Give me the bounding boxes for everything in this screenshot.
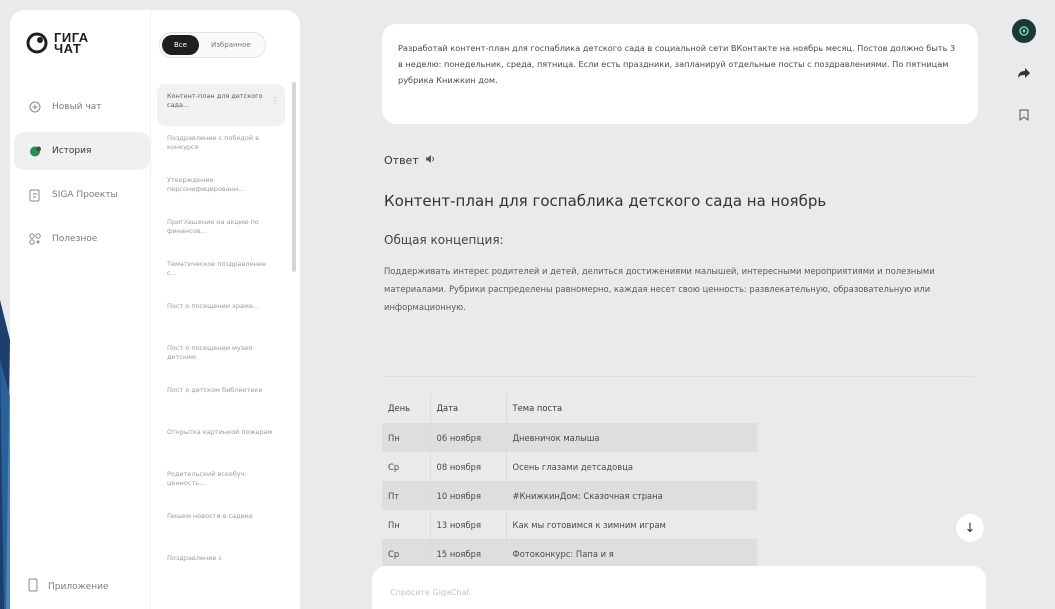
history-item-title: Контент-план для детского сада...: [167, 92, 263, 109]
table-header: Тема поста: [512, 403, 563, 413]
section-title: Общая концепция:: [384, 233, 504, 247]
scroll-down-button[interactable]: ↓: [956, 514, 984, 542]
history-item[interactable]: Пишем новости в садике: [157, 504, 285, 546]
table-cell: 06 ноября: [430, 423, 507, 452]
table-cell: #КнижкинДом: Сказочная страна: [512, 490, 663, 501]
history-item[interactable]: Поздравление с победой в конкурсе: [157, 126, 285, 168]
table-row: Пн 13 ноября Как мы готовимся к зимним и…: [382, 510, 757, 539]
history-item[interactable]: Пост о детском библиотеке: [157, 378, 285, 420]
phone-icon: [28, 578, 38, 595]
history-item[interactable]: Тематическое поздравление с...: [157, 252, 285, 294]
share-arrow-icon: [1018, 68, 1030, 78]
bookmark-button[interactable]: [1011, 102, 1037, 128]
history-item[interactable]: Утверждение персонифицированн...: [157, 168, 285, 210]
history-item[interactable]: Родительский всеобуч: ценность...: [157, 462, 285, 504]
more-icon[interactable]: ⋮: [271, 96, 279, 105]
history-item-title: Пост о посещении храма...: [167, 302, 260, 310]
divider: [384, 376, 974, 377]
logo-text: ГИГА ЧАТ: [54, 30, 89, 56]
left-navigation: ГИГА ЧАТ Новый чат История SIGA Проекты: [10, 10, 150, 609]
answer-title: Контент-план для госпаблика детского сад…: [384, 192, 827, 210]
table-cell: Ср: [382, 452, 431, 481]
app-download-label: Приложение: [48, 581, 109, 592]
concept-text: Поддерживать интерес родителей и детей, …: [384, 266, 935, 312]
table-cell: Пн: [382, 423, 431, 452]
history-item[interactable]: Поздравление с: [157, 546, 285, 588]
chat-history-icon: [28, 144, 42, 158]
nav-list: Новый чат История SIGA Проекты Полезное: [14, 88, 150, 264]
answer-label-text: Ответ: [384, 154, 419, 167]
nav-item-history[interactable]: История: [14, 132, 150, 170]
history-item-title: Поздравление с победой в конкурсе: [167, 134, 259, 151]
history-item-title: Поздравление с: [167, 554, 223, 562]
app-panel: ГИГА ЧАТ Новый чат История SIGA Проекты: [10, 10, 300, 609]
bookmark-icon: [1019, 109, 1029, 121]
table-cell: Пн: [382, 510, 431, 539]
projects-icon: [28, 188, 42, 202]
history-panel: Все Избранное Контент-план для детского …: [150, 10, 300, 609]
table-cell: 15 ноября: [430, 539, 507, 568]
history-item[interactable]: Пост о посещении музея детским: [157, 336, 285, 378]
grid-icon: [28, 232, 42, 246]
avatar: [1012, 19, 1036, 43]
nav-item-label: SIGA Проекты: [52, 190, 118, 200]
assistant-icon: [1019, 26, 1029, 36]
table-cell: Как мы готовимся к зимним играм: [512, 519, 666, 530]
chat-area: Разработай контент-план для госпаблика д…: [300, 0, 1000, 609]
table-header: Дата: [430, 393, 507, 423]
table-header-row: День Дата Тема поста: [382, 393, 757, 423]
content-plan-table: День Дата Тема поста Пн 06 ноября Дневни…: [382, 393, 757, 568]
table-cell: Ср: [382, 539, 431, 568]
history-item-title: Пост о детском библиотеке: [167, 386, 263, 394]
history-item-title: Пост о посещении музея детским: [167, 344, 253, 361]
history-item-title: Тематическое поздравление с...: [167, 260, 266, 277]
nav-item-label: Полезное: [52, 234, 98, 244]
table-cell: Осень глазами детсадовца: [512, 461, 634, 472]
message-input[interactable]: [390, 588, 968, 597]
history-item[interactable]: Открытка картинкой пожарам: [157, 420, 285, 462]
nav-item-projects[interactable]: SIGA Проекты: [14, 176, 150, 214]
table-cell: Пт: [382, 481, 431, 510]
table-cell: 08 ноября: [430, 452, 507, 481]
nav-item-new-chat[interactable]: Новый чат: [14, 88, 150, 126]
history-scrollbar[interactable]: [292, 82, 296, 272]
filter-favorites-button[interactable]: Избранное: [199, 35, 263, 55]
profile-button[interactable]: [1011, 18, 1037, 44]
table-header: День: [382, 393, 431, 423]
table-row: Ср 15 ноября Фотоконкурс: Папа и я: [382, 539, 757, 568]
nav-item-label: Новый чат: [52, 102, 102, 112]
answer-label: Ответ: [384, 154, 435, 167]
table-row: Пн 06 ноября Дневничок малыша: [382, 423, 757, 452]
table-cell: Дневничок малыша: [512, 432, 600, 443]
plus-circle-icon: [28, 100, 42, 114]
history-list: Контент-план для детского сада... ⋮ Позд…: [157, 84, 285, 588]
speaker-icon[interactable]: [425, 154, 435, 167]
history-item-title: Приглашение на акцию по финансов...: [167, 218, 259, 235]
app-download-link[interactable]: Приложение: [28, 578, 109, 595]
history-item-title: Открытка картинкой пожарам: [167, 428, 273, 436]
history-item-title: Утверждение персонифицированн...: [167, 176, 245, 193]
table-cell: 13 ноября: [430, 510, 507, 539]
message-input-bar: [372, 566, 986, 609]
history-filter: Все Избранное: [159, 32, 266, 58]
history-item[interactable]: Пост о посещении храма...: [157, 294, 285, 336]
history-item-title: Родительский всеобуч: ценность...: [167, 470, 247, 487]
arrow-down-icon: ↓: [964, 520, 976, 536]
filter-all-button[interactable]: Все: [162, 35, 199, 55]
table-row: Ср 08 ноября Осень глазами детсадовца: [382, 452, 757, 481]
table-cell: 10 ноября: [430, 481, 507, 510]
nav-item-label: История: [52, 146, 92, 156]
history-item-title: Пишем новости в садике: [167, 512, 253, 520]
share-button[interactable]: [1011, 60, 1037, 86]
user-message: Разработай контент-план для госпаблика д…: [382, 24, 978, 124]
right-rail: [1006, 18, 1042, 144]
gigachat-logo-icon: [26, 32, 48, 54]
nav-item-useful[interactable]: Полезное: [14, 220, 150, 258]
table-row: Пт 10 ноября #КнижкинДом: Сказочная стра…: [382, 481, 757, 510]
logo[interactable]: ГИГА ЧАТ: [26, 30, 94, 56]
history-item[interactable]: Контент-план для детского сада... ⋮: [157, 84, 285, 126]
table-cell: Фотоконкурс: Папа и я: [512, 548, 614, 559]
history-item[interactable]: Приглашение на акцию по финансов...: [157, 210, 285, 252]
